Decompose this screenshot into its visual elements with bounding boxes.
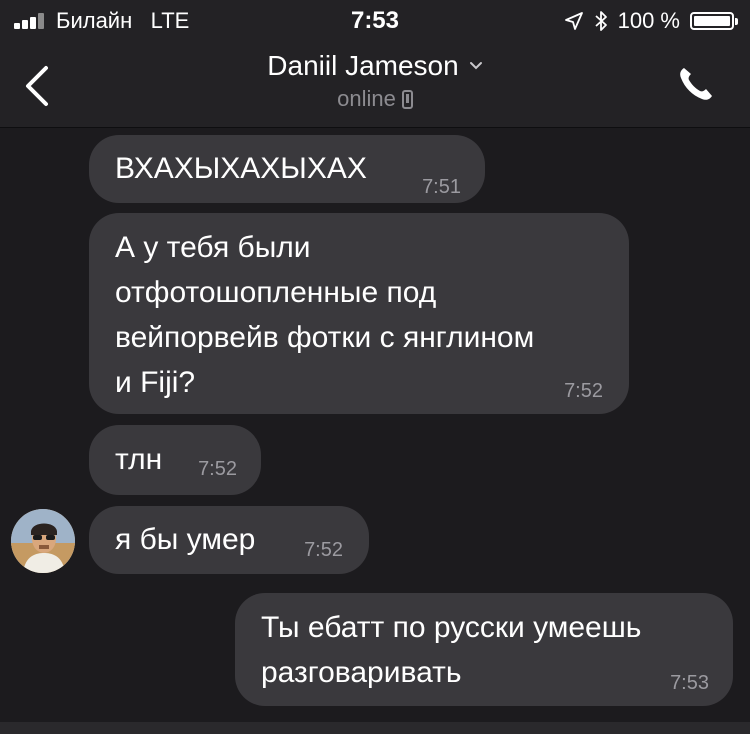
location-arrow-icon (564, 12, 583, 30)
avatar[interactable] (11, 509, 75, 573)
message-text: ВХАХЫХАХЫХАХ (115, 152, 367, 185)
message-text: Ты ебатт по русски умеешь разговаривать (261, 611, 642, 689)
contact-name[interactable]: Daniil Jameson (267, 50, 482, 82)
chat-header: Daniil Jameson online (0, 42, 750, 127)
contact-title[interactable]: Daniil Jameson online (0, 50, 750, 112)
status-bar: Билайн LTE 7:53 100 % (0, 0, 750, 42)
message-bubble-outgoing[interactable]: Ты ебатт по русски умеешь разговаривать … (235, 593, 733, 706)
top-bar: Билайн LTE 7:53 100 % Daniil Jameson onl… (0, 0, 750, 128)
contact-status: online (337, 86, 413, 112)
message-bubble[interactable]: А у тебя были отфотошопленные под вейпор… (89, 213, 629, 414)
status-right: 100 % (564, 7, 738, 35)
message-bubble[interactable]: я бы умер 7:52 (89, 506, 369, 574)
message-time: 7:53 (670, 672, 709, 694)
message-text: тлн (115, 443, 163, 476)
contact-name-label: Daniil Jameson (267, 50, 459, 81)
message-time: 7:51 (422, 176, 461, 198)
message-time: 7:52 (564, 380, 603, 402)
contact-status-label: online (337, 86, 396, 111)
message-text: А у тебя были отфотошопленные под вейпор… (115, 231, 535, 399)
phone-call-icon[interactable] (676, 64, 716, 104)
chevron-down-icon (469, 62, 482, 70)
message-bubble[interactable]: ВХАХЫХАХЫХАХ 7:51 (89, 135, 485, 203)
battery-percentage: 100 % (617, 8, 680, 33)
input-bar-edge (0, 722, 750, 734)
message-time: 7:52 (304, 539, 343, 561)
message-time: 7:52 (198, 458, 237, 480)
message-list[interactable]: ВХАХЫХАХЫХАХ 7:51 А у тебя были отфотошо… (0, 128, 750, 734)
avatar-image (11, 509, 75, 573)
message-bubble[interactable]: тлн 7:52 (89, 425, 261, 495)
battery-icon (690, 12, 738, 30)
mobile-device-icon (401, 89, 413, 109)
bluetooth-icon (595, 11, 607, 31)
message-text: я бы умер (115, 523, 256, 556)
